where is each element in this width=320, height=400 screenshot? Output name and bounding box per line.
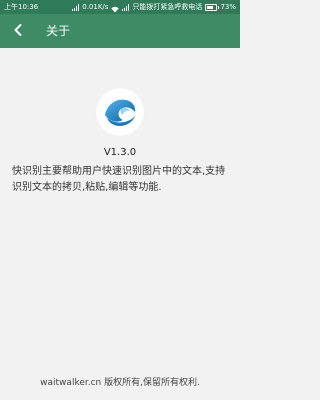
battery-icon bbox=[205, 3, 220, 11]
wave-logo-icon bbox=[96, 88, 144, 136]
page-title: 关于 bbox=[46, 24, 71, 38]
battery-percent: 73% bbox=[220, 3, 236, 11]
status-left: 上午10:36 bbox=[4, 0, 38, 14]
signal-icon bbox=[122, 3, 130, 11]
signal-icon bbox=[72, 3, 80, 11]
back-button[interactable] bbox=[6, 19, 30, 43]
status-time: 上午10:36 bbox=[4, 3, 39, 11]
status-bar: 上午10:36 0.01K/s 只能拨打紧急呼救电话 73% bbox=[0, 0, 240, 14]
chevron-left-icon bbox=[11, 22, 25, 41]
copyright-text: waitwalker.cn 版权所有,保留所有权利. bbox=[40, 378, 200, 388]
version-text: V1.3.0 bbox=[103, 147, 137, 158]
description-text: 快识别主要帮助用户快速识别图片中的文本,支持识别文本的拷贝,粘贴,编辑等功能. bbox=[12, 166, 226, 193]
app-bar: 关于 bbox=[0, 14, 240, 48]
network-speed: 0.01K/s bbox=[82, 3, 109, 11]
carrier-text: 只能拨打紧急呼救电话 bbox=[132, 3, 203, 11]
status-right: 0.01K/s 只能拨打紧急呼救电话 73% bbox=[72, 0, 236, 14]
wifi-icon bbox=[111, 4, 120, 12]
